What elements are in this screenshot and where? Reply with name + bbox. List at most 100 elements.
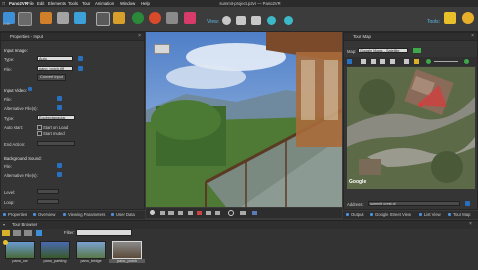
globe-icon[interactable] (267, 16, 276, 25)
lens-flare-icon[interactable] (74, 12, 86, 24)
start-on-load-checkbox[interactable] (37, 125, 42, 130)
crop-icon[interactable] (188, 211, 193, 215)
tour-browser-title: Tour Browser (12, 222, 38, 227)
menu-tour[interactable]: Tour (82, 0, 90, 7)
sort-icon[interactable] (24, 230, 32, 236)
tilt-icon[interactable] (168, 211, 174, 215)
tab-list-view[interactable]: List View (419, 211, 441, 219)
menu-tools[interactable]: Tools (68, 0, 78, 7)
menu-apple[interactable]:  (2, 0, 5, 7)
file-browse-icon[interactable] (78, 66, 83, 71)
sound-file-icon[interactable] (57, 163, 62, 168)
map-pin-icon[interactable] (380, 59, 385, 64)
tab-user-data[interactable]: User Data (111, 211, 135, 219)
alt-files-icon[interactable] (57, 105, 62, 110)
map-move-icon[interactable] (361, 59, 366, 64)
map-select-icon[interactable] (347, 59, 352, 64)
menu-app[interactable]: Pano2VR (9, 0, 28, 7)
menu-edit[interactable]: Edit (37, 0, 44, 7)
video-info-icon[interactable] (28, 87, 32, 91)
map-link-icon[interactable] (390, 59, 395, 64)
vr-icon[interactable] (284, 16, 293, 25)
tour-thumb-pano-cw[interactable] (5, 241, 35, 259)
close-icon[interactable]: × (138, 33, 141, 40)
filter-input[interactable] (76, 229, 132, 236)
map-fit-icon[interactable] (404, 59, 409, 64)
viewer-icon[interactable] (166, 12, 178, 24)
map-zoom-slider[interactable] (434, 61, 458, 62)
skin-icon[interactable] (149, 12, 161, 24)
menu-file[interactable]: File (27, 0, 34, 7)
editor-icon[interactable] (462, 12, 474, 24)
layout-icon[interactable] (251, 16, 261, 25)
video-icon[interactable] (215, 211, 220, 215)
add-folder-icon[interactable] (2, 230, 10, 236)
map-rotate-icon[interactable] (371, 59, 376, 64)
stop-icon[interactable] (222, 16, 231, 25)
address-field[interactable]: summit crest ct (368, 201, 460, 206)
tab-google-street-view[interactable]: Google Street View (370, 211, 411, 219)
tour-thumb-pano-porch[interactable] (112, 241, 142, 259)
file-field[interactable]: pano_porch.tiff (37, 66, 73, 71)
hotspot-marker-icon[interactable] (154, 44, 170, 54)
image-icon[interactable] (206, 211, 211, 215)
tools-label: Tools: (427, 19, 441, 25)
end-action-select[interactable] (37, 141, 75, 146)
expand-icon[interactable]: ▾ (3, 222, 5, 227)
tour-map-title: Tour Map (353, 34, 371, 39)
tab-overview[interactable]: Overview (33, 211, 55, 219)
gallery-icon[interactable] (132, 12, 144, 24)
settings-icon[interactable] (236, 16, 246, 25)
video-file-icon[interactable] (57, 96, 62, 101)
map-layer-icon[interactable] (414, 59, 419, 64)
tab-viewing-parameters[interactable]: Viewing Parameters (63, 211, 105, 219)
menu-help[interactable]: Help (141, 0, 150, 7)
start-muted-checkbox[interactable] (37, 131, 42, 136)
input-image-label: Input Image: (4, 48, 28, 53)
green-arrow-icon[interactable] (413, 48, 421, 53)
close-icon[interactable]: × (469, 221, 472, 227)
output-icon[interactable] (18, 12, 32, 26)
target-icon[interactable] (228, 210, 234, 216)
patch-icon[interactable] (57, 12, 69, 24)
convert-input-button[interactable]: Convert Input (37, 74, 66, 81)
images-icon[interactable] (113, 12, 125, 24)
tag-icon[interactable] (13, 230, 21, 236)
menu-elements[interactable]: Elements (48, 0, 66, 7)
tour-map-header: Tour Map × (344, 33, 477, 41)
satellite-map[interactable]: Google (347, 67, 475, 189)
monitor-icon[interactable] (240, 211, 246, 215)
tools-icon[interactable] (444, 12, 456, 24)
map-zoom-in-icon[interactable] (464, 59, 469, 64)
tour-icon[interactable] (184, 12, 196, 24)
type-options-icon[interactable] (78, 56, 83, 61)
list-icon[interactable] (178, 211, 183, 215)
sound-alt-icon[interactable] (57, 172, 62, 177)
tab-output[interactable]: Output (346, 211, 364, 219)
map-type-select[interactable]: Google Maps - Satellite (358, 48, 408, 53)
close-icon[interactable]: × (471, 33, 474, 40)
tab-properties[interactable]: Properties (3, 211, 27, 219)
type-select[interactable]: Auto (37, 56, 73, 61)
hotspots-icon[interactable] (40, 12, 52, 24)
tour-thumb-pano-bridge[interactable] (76, 241, 106, 259)
video-type-select[interactable]: Equirectangular (37, 115, 75, 120)
menu-animation[interactable]: Animation (95, 0, 114, 7)
back-icon[interactable] (160, 211, 165, 215)
loop-field[interactable] (37, 199, 59, 204)
input-video-label: Input Video: (4, 88, 27, 93)
panorama-viewer[interactable] (146, 32, 342, 207)
address-search-icon[interactable] (465, 201, 470, 206)
map-zoom-out-icon[interactable] (426, 59, 431, 64)
main-toolbar: Edit: View: Tools: (0, 7, 478, 32)
level-field[interactable] (37, 189, 59, 194)
type-label: Type: (4, 57, 15, 62)
camera-icon[interactable] (252, 211, 257, 215)
sound-icon[interactable] (96, 12, 110, 26)
record-icon[interactable] (197, 211, 202, 215)
menu-window[interactable]: Window (120, 0, 135, 7)
info-icon[interactable] (150, 210, 155, 215)
tour-thumb-pano-parking[interactable] (40, 241, 70, 259)
tab-tour-map[interactable]: Tour Map (448, 211, 470, 219)
view-mode-icon[interactable] (36, 230, 42, 236)
